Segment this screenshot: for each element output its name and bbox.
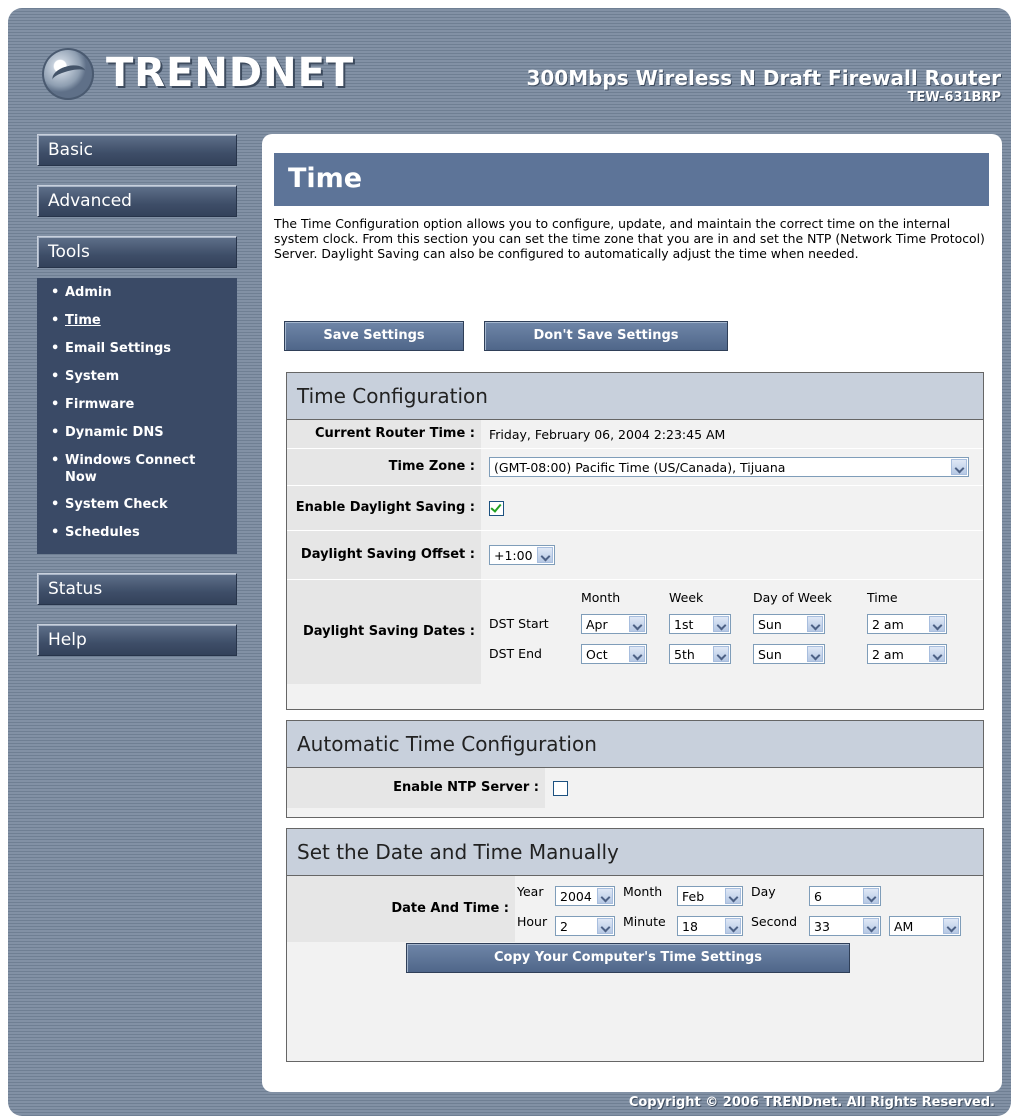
product-name: 300Mbps Wireless N Draft Firewall Router	[526, 66, 1001, 90]
automatic-time-heading: Automatic Time Configuration	[287, 721, 983, 768]
year-select[interactable]: 2004	[555, 886, 615, 906]
dst-start-label: DST Start	[489, 616, 549, 631]
ampm-select[interactable]: AM	[889, 916, 961, 936]
page-frame: TRENDNET 300Mbps Wireless N Draft Firewa…	[8, 8, 1011, 1116]
tools-item-schedules[interactable]: Schedules	[51, 524, 237, 542]
chevron-down-icon	[863, 888, 879, 904]
tools-item-system[interactable]: System	[51, 368, 237, 386]
month-label: Month	[623, 884, 663, 899]
chevron-down-icon	[943, 918, 959, 934]
tools-item-firmware[interactable]: Firmware	[51, 396, 237, 414]
nav-tools[interactable]: Tools	[37, 236, 237, 268]
hour-label: Hour	[517, 914, 548, 929]
second-label: Second	[751, 914, 798, 929]
chevron-down-icon	[725, 918, 741, 934]
tools-item-system-check[interactable]: System Check	[51, 496, 237, 514]
enable-daylight-saving-row: Enable Daylight Saving :	[287, 486, 983, 531]
col-day-of-week-header: Day of Week	[753, 590, 832, 605]
intro-text: The Time Configuration option allows you…	[274, 216, 985, 261]
date-and-time-label: Date And Time :	[391, 901, 509, 916]
content-card: Time The Time Configuration option allow…	[262, 134, 1002, 1092]
chevron-down-icon	[807, 646, 823, 662]
dst-end-time-select[interactable]: 2 am	[867, 644, 947, 664]
dont-save-settings-button[interactable]: Don't Save Settings	[484, 321, 728, 351]
chevron-down-icon	[929, 616, 945, 632]
hour-select[interactable]: 2	[555, 916, 615, 936]
enable-ntp-label: Enable NTP Server :	[393, 780, 539, 795]
chevron-down-icon	[951, 459, 967, 475]
day-select[interactable]: 6	[809, 886, 881, 906]
enable-ntp-row: Enable NTP Server :	[287, 768, 983, 808]
time-zone-label: Time Zone :	[388, 459, 475, 474]
dst-start-month-select[interactable]: Apr	[581, 614, 647, 634]
nav-basic[interactable]: Basic	[37, 134, 237, 166]
current-router-time-value: Friday, February 06, 2004 2:23:45 AM	[489, 426, 726, 442]
minute-select[interactable]: 18	[677, 916, 743, 936]
daylight-saving-dates-label: Daylight Saving Dates :	[302, 624, 475, 639]
manual-date-time-heading: Set the Date and Time Manually	[287, 829, 983, 876]
tools-item-admin[interactable]: Admin	[51, 284, 237, 302]
time-configuration-heading: Time Configuration	[287, 373, 983, 420]
daylight-saving-offset-row: Daylight Saving Offset : +1:00	[287, 531, 983, 580]
dst-start-time-select[interactable]: 2 am	[867, 614, 947, 634]
month-select[interactable]: Feb	[677, 886, 743, 906]
chevron-down-icon	[713, 616, 729, 632]
trendnet-logo: TRENDNET	[42, 44, 353, 104]
daylight-saving-offset-label: Daylight Saving Offset :	[300, 547, 475, 562]
tools-item-email-settings[interactable]: Email Settings	[51, 340, 237, 358]
current-router-time-row: Current Router Time : Friday, February 0…	[287, 420, 983, 449]
chevron-down-icon	[537, 547, 553, 563]
tools-item-time[interactable]: Time	[51, 312, 237, 330]
day-label: Day	[751, 884, 776, 899]
nav-status[interactable]: Status	[37, 573, 237, 605]
copy-computer-time-button[interactable]: Copy Your Computer's Time Settings	[406, 943, 850, 973]
enable-ntp-checkbox[interactable]	[553, 780, 568, 796]
time-zone-row: Time Zone : (GMT-08:00) Pacific Time (US…	[287, 449, 983, 486]
nav-help[interactable]: Help	[37, 624, 237, 656]
daylight-saving-offset-select[interactable]: +1:00	[489, 545, 555, 565]
chevron-down-icon	[929, 646, 945, 662]
dst-end-month-select[interactable]: Oct	[581, 644, 647, 664]
dst-end-day-select[interactable]: Sun	[753, 644, 825, 664]
chevron-down-icon	[807, 616, 823, 632]
enable-daylight-saving-label: Enable Daylight Saving :	[295, 500, 475, 515]
nav-advanced[interactable]: Advanced	[37, 185, 237, 217]
col-week-header: Week	[669, 590, 704, 605]
chevron-down-icon	[629, 646, 645, 662]
col-time-header: Time	[867, 590, 898, 605]
date-and-time-row: Date And Time : Year 2004 Month Feb Day …	[287, 876, 983, 942]
chevron-down-icon	[597, 888, 613, 904]
dst-end-label: DST End	[489, 646, 542, 661]
dst-start-day-select[interactable]: Sun	[753, 614, 825, 634]
year-label: Year	[517, 884, 544, 899]
dst-end-week-select[interactable]: 5th	[669, 644, 731, 664]
chevron-down-icon	[629, 616, 645, 632]
chevron-down-icon	[597, 918, 613, 934]
chevron-down-icon	[863, 918, 879, 934]
product-model: TEW-631BRP	[907, 90, 1001, 105]
page-title-bar: Time	[274, 153, 989, 206]
time-zone-select[interactable]: (GMT-08:00) Pacific Time (US/Canada), Ti…	[489, 457, 969, 477]
enable-daylight-saving-checkbox[interactable]	[489, 500, 504, 516]
daylight-saving-dates-row: Daylight Saving Dates : Month Week Day o…	[287, 580, 983, 684]
time-configuration-section: Time Configuration Current Router Time :…	[286, 372, 984, 710]
current-router-time-label: Current Router Time :	[314, 426, 475, 441]
page-title: Time	[288, 163, 363, 194]
tools-submenu: Admin Time Email Settings System Firmwar…	[37, 278, 237, 554]
dst-start-week-select[interactable]: 1st	[669, 614, 731, 634]
tools-item-windows-connect-now[interactable]: Windows Connect Now	[51, 452, 215, 486]
save-settings-button[interactable]: Save Settings	[284, 321, 464, 351]
product-header: 300Mbps Wireless N Draft Firewall Router…	[526, 66, 1001, 105]
col-month-header: Month	[581, 590, 621, 605]
logo-text: TRENDNET	[106, 50, 355, 96]
chevron-down-icon	[713, 646, 729, 662]
copyright-footer: Copyright © 2006 TRENDnet. All Rights Re…	[628, 1095, 995, 1110]
chevron-down-icon	[725, 888, 741, 904]
second-select[interactable]: 33	[809, 916, 881, 936]
automatic-time-section: Automatic Time Configuration Enable NTP …	[286, 720, 984, 818]
minute-label: Minute	[623, 914, 666, 929]
tools-item-dynamic-dns[interactable]: Dynamic DNS	[51, 424, 237, 442]
